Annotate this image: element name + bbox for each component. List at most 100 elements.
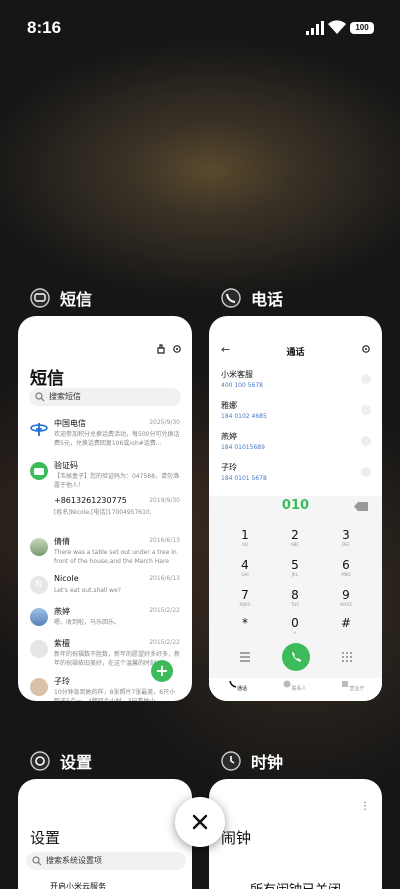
- list-item[interactable]: +8613261230775 2019/9/30 [姓名]Nicole,[电话]…: [18, 496, 192, 536]
- search-input[interactable]: 搜索短信: [29, 388, 181, 406]
- search-placeholder: 搜索系统设置项: [46, 856, 102, 865]
- page-title: 通话: [286, 348, 305, 358]
- dial-key[interactable]: *,: [225, 616, 265, 642]
- dial-key[interactable]: 8 TUV: [275, 588, 315, 614]
- call-icon[interactable]: [361, 436, 371, 446]
- message-date: 2015/2/22: [149, 639, 180, 646]
- phone-app-icon: [221, 288, 241, 308]
- contact-row[interactable]: 小米客服 400 100 5678: [221, 369, 371, 395]
- search-icon: [32, 856, 42, 866]
- contact-name: 子玲: [221, 463, 237, 472]
- bottom-tab-bar: 通话 联系人 营业厅: [209, 678, 382, 701]
- call-icon[interactable]: [361, 374, 371, 384]
- contact-row[interactable]: 雅娜 184 0102 4685: [221, 400, 371, 426]
- keypad-icon[interactable]: [340, 651, 354, 663]
- app-header-sms[interactable]: 短信: [30, 286, 92, 310]
- dial-key[interactable]: 6 MNO: [326, 558, 366, 584]
- contact-name: 燕婷: [221, 432, 237, 441]
- app-name-settings: 设置: [60, 753, 93, 772]
- tab-contacts[interactable]: 联系人: [275, 680, 315, 692]
- settings-app-icon: [30, 751, 50, 771]
- message-preview: 嗯，收到啦，马乐回乐。: [54, 619, 121, 626]
- close-icon: [192, 814, 208, 830]
- menu-icon[interactable]: [238, 651, 252, 663]
- dial-key[interactable]: 0 +: [275, 616, 315, 642]
- page-title: 短信: [30, 369, 64, 389]
- message-date: 2015/2/22: [149, 607, 180, 614]
- app-name-clock: 时钟: [251, 753, 284, 772]
- gear-icon[interactable]: [172, 344, 182, 354]
- settings-item-cloud[interactable]: 开启小米云服务: [50, 881, 106, 889]
- contact-row[interactable]: 燕婷 184 01015689: [221, 431, 371, 457]
- app-header-clock[interactable]: 时钟: [221, 749, 283, 773]
- contact-number: 400 100 5678: [221, 382, 263, 389]
- message-preview: There was a table set out under a tree i…: [54, 549, 177, 565]
- call-button[interactable]: [282, 643, 310, 671]
- dial-key[interactable]: 4 GHI: [225, 558, 265, 584]
- message-preview: [姓名]Nicole,[电话]17004957610,: [54, 509, 152, 516]
- dial-key[interactable]: #: [326, 616, 366, 642]
- search-input[interactable]: 搜索系统设置项: [26, 852, 186, 870]
- contact-name: 雅娜: [221, 401, 237, 410]
- battery-icon: 100: [350, 22, 374, 34]
- dial-key[interactable]: 5 JKL: [275, 558, 315, 584]
- sender-name: 燕婷: [54, 607, 70, 616]
- search-icon: [35, 392, 45, 402]
- new-message-button[interactable]: +: [151, 660, 173, 682]
- avatar: [30, 420, 48, 438]
- avatar: [30, 538, 48, 556]
- tab-calls[interactable]: 通话: [218, 680, 258, 692]
- sender-name: Nicole: [54, 574, 79, 583]
- more-icon[interactable]: ⋮: [360, 802, 370, 812]
- clear-all-button[interactable]: [175, 797, 225, 847]
- clock-app-icon: [221, 751, 241, 771]
- message-date: 2019/9/30: [149, 497, 180, 504]
- app-name-sms: 短信: [60, 290, 93, 309]
- clock-card[interactable]: ⋮ 闹钟 所有闹钟已关闭: [209, 779, 382, 889]
- sender-name: +8613261230775: [54, 496, 127, 505]
- app-header-settings[interactable]: 设置: [30, 749, 92, 773]
- sender-name: 子玲: [54, 677, 70, 686]
- list-item[interactable]: 验证码 › 【韦候盒子】您的验证码为：047588，请勿泄露于他人！: [18, 460, 192, 500]
- message-preview: 【韦候盒子】您的验证码为：047588，请勿泄露于他人！: [54, 473, 179, 489]
- sms-toolbar: [156, 344, 182, 354]
- settings-card[interactable]: 设置 搜索系统设置项 开启小米云服务: [18, 779, 192, 889]
- contact-row[interactable]: 子玲 184 0101 5678: [221, 462, 371, 488]
- dial-key[interactable]: 7 PQRS: [225, 588, 265, 614]
- list-item[interactable]: 倩倩 2016/6/13 There was a table set out u…: [18, 536, 192, 576]
- cleanup-icon[interactable]: [156, 344, 166, 354]
- dial-key[interactable]: 3 DEF: [326, 528, 366, 554]
- status-bar: 8:16 100: [0, 0, 400, 56]
- app-header-phone[interactable]: 电话: [221, 286, 283, 310]
- contact-number: 184 0101 5678: [221, 475, 267, 482]
- contact-number: 184 0102 4685: [221, 413, 267, 420]
- avatar: [30, 462, 48, 480]
- dial-key[interactable]: 9 WXYZ: [326, 588, 366, 614]
- message-date: 2016/6/13: [149, 537, 180, 544]
- dial-key[interactable]: 2 ABC: [275, 528, 315, 554]
- tab-service[interactable]: 营业厅: [333, 680, 373, 692]
- phone-icon: [292, 652, 301, 662]
- sender-name: 中国电信: [54, 419, 86, 428]
- sender-name: 紫檀: [54, 639, 70, 648]
- sms-card[interactable]: 短信 搜索短信 中国电信 2025/9/30 欢迎参加积分兑换话费活动，每500…: [18, 316, 192, 701]
- message-date: 2016/6/13: [149, 575, 180, 582]
- avatar: [30, 640, 48, 658]
- avatar: [30, 678, 48, 696]
- avatar: [30, 608, 48, 626]
- wifi-icon: [328, 20, 346, 34]
- app-name-phone: 电话: [251, 290, 284, 309]
- message-preview: 10分钟急到她的样，8张照片7张最美，6只小鸭子5点一，4朝四个小时，3只看她小…: [54, 689, 176, 701]
- contact-number: 184 01015689: [221, 444, 265, 451]
- backspace-icon[interactable]: [354, 502, 368, 511]
- call-icon[interactable]: [361, 405, 371, 415]
- status-time: 8:16: [27, 18, 62, 37]
- gear-icon[interactable]: [361, 344, 371, 354]
- message-preview: 欢迎参加积分兑换话费活动，每500分可兑换话费5元，兑换话费回复106或/oh#…: [54, 431, 180, 447]
- call-icon[interactable]: [361, 467, 371, 477]
- page-title: 设置: [30, 829, 61, 847]
- list-item[interactable]: 中国电信 2025/9/30 欢迎参加积分兑换话费活动，每500分可兑换话费5元…: [18, 418, 192, 458]
- phone-icon: [229, 680, 237, 688]
- dial-key[interactable]: 1 OO: [225, 528, 265, 554]
- phone-card[interactable]: ← 通话 小米客服 400 100 5678 雅娜 184 0102 4685 燕婷…: [209, 316, 382, 701]
